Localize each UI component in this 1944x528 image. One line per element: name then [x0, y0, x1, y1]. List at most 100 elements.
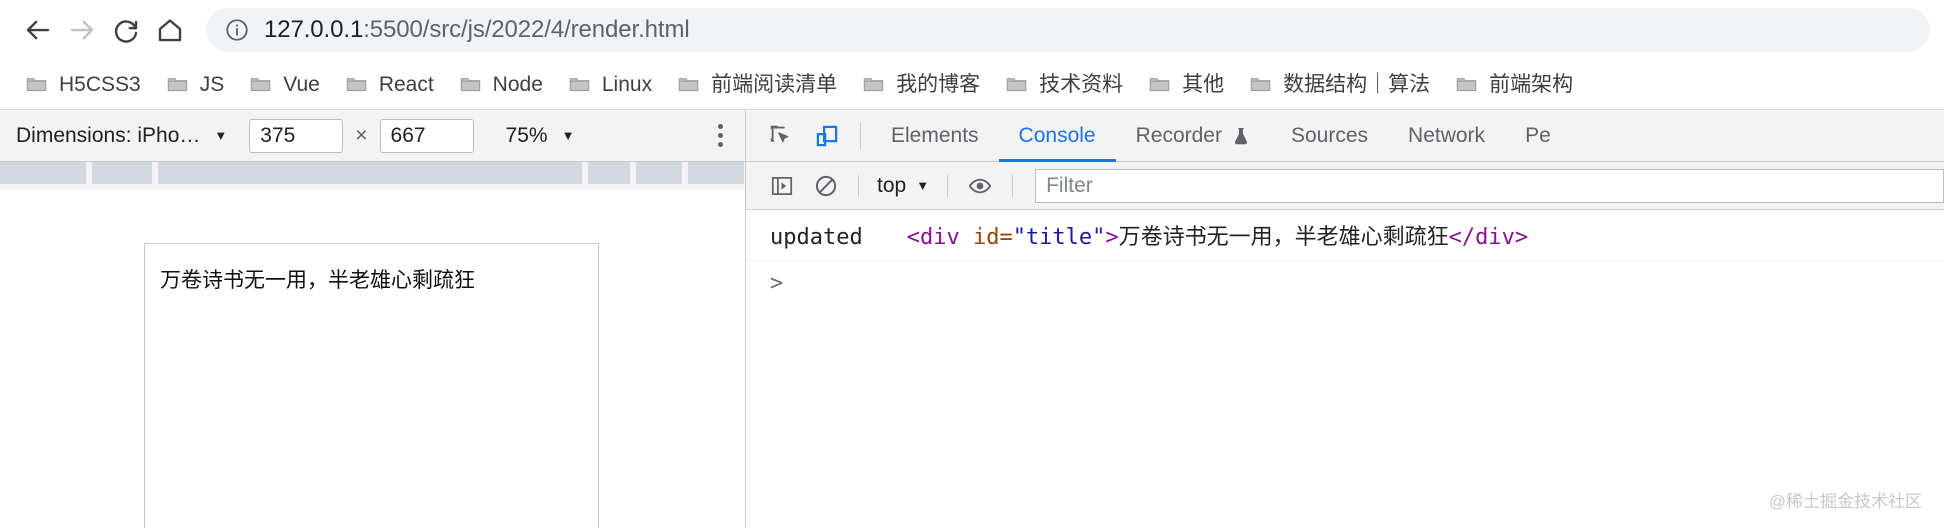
arrow-left-icon: [26, 20, 50, 40]
bookmark-item[interactable]: Node: [448, 66, 553, 103]
page-title-div: 万卷诗书无一用，半老雄心剩疏狂: [160, 269, 475, 292]
bookmark-label: React: [378, 73, 434, 96]
url-host: 127.0.0.1: [264, 16, 364, 43]
bookmark-item[interactable]: 数据结构｜算法: [1238, 66, 1440, 103]
folder-icon: [250, 78, 271, 92]
viewport-height-input[interactable]: 667: [379, 118, 474, 153]
home-icon: [158, 19, 182, 42]
folder-icon: [567, 72, 592, 97]
viewport-width-input[interactable]: 375: [249, 118, 344, 153]
toolbar-divider: [860, 122, 861, 149]
device-more-options-button[interactable]: [703, 119, 737, 153]
address-bar[interactable]: 127.0.0.1:5500/src/js/2022/4/render.html: [206, 8, 1930, 52]
bookmark-item[interactable]: Linux: [557, 66, 662, 103]
devtools-tabs: Elements Console Recorder Sources Network Pe: [871, 110, 1571, 162]
experiment-flask-icon: [1231, 126, 1251, 146]
tab-label: Network: [1408, 123, 1486, 147]
bookmark-item[interactable]: 我的博客: [851, 66, 990, 103]
tab-pe[interactable]: Pe: [1505, 110, 1571, 161]
ruler-segment: [688, 162, 744, 184]
tab-label: Recorder: [1135, 123, 1222, 147]
console-sidebar-button[interactable]: [760, 168, 804, 204]
chevron-down-icon: ▼: [561, 128, 575, 143]
console-sidebar-icon: [771, 176, 793, 195]
bookmark-item[interactable]: 其他: [1137, 66, 1234, 103]
folder-icon: [26, 78, 47, 92]
inspect-element-button[interactable]: [758, 110, 804, 161]
clear-console-button[interactable]: [804, 168, 848, 204]
kebab-dot: [717, 142, 723, 147]
device-ruler[interactable]: [0, 162, 745, 190]
viewport-width-value: 375: [260, 123, 296, 147]
bookmark-item[interactable]: JS: [155, 66, 235, 103]
live-expression-eye-icon: [968, 178, 992, 193]
console-prompt[interactable]: >: [746, 261, 1944, 296]
execution-context-dropdown[interactable]: top ▼: [869, 174, 937, 198]
toolbar-divider: [947, 174, 949, 197]
forward-button[interactable]: [60, 8, 104, 52]
console-log-message: updated: [770, 225, 863, 250]
folder-icon: [458, 72, 483, 97]
device-emulation-pane: Dimensions: iPho… ▼ 375 × 667 75% ▼ 万卷诗书…: [0, 110, 745, 528]
folder-icon: [863, 78, 884, 92]
ruler-segment: [636, 162, 682, 184]
bookmark-label: JS: [199, 73, 225, 96]
bookmark-item[interactable]: React: [334, 66, 444, 103]
bookmark-label: 技术资料: [1039, 73, 1124, 96]
bookmark-item[interactable]: 前端阅读清单: [666, 66, 847, 103]
kebab-dot: [717, 124, 723, 129]
tab-recorder[interactable]: Recorder: [1116, 110, 1271, 161]
bookmark-item[interactable]: 技术资料: [994, 66, 1133, 103]
html-attr-value: "title": [1012, 225, 1106, 250]
toggle-device-toolbar-button[interactable]: [804, 110, 850, 161]
chevron-down-icon: ▼: [916, 178, 930, 193]
device-preset-label: Dimensions: iPho…: [16, 123, 201, 147]
ruler-segment: [588, 162, 630, 184]
console-log-html: <div id="title">万卷诗书无一用，半老雄心剩疏狂</div>: [907, 219, 1528, 251]
devtools-tab-bar: Elements Console Recorder Sources Network Pe: [746, 110, 1944, 162]
reload-button[interactable]: [104, 8, 148, 52]
bookmark-label: 前端架构: [1489, 73, 1574, 96]
browser-window: 127.0.0.1:5500/src/js/2022/4/render.html…: [0, 0, 1944, 528]
home-button[interactable]: [148, 8, 192, 52]
zoom-label: 75%: [505, 123, 548, 147]
tab-elements[interactable]: Elements: [871, 110, 999, 161]
device-preset-dropdown[interactable]: Dimensions: iPho… ▼: [16, 124, 227, 148]
info-circle-icon[interactable]: [224, 17, 250, 43]
folder-icon: [346, 78, 367, 92]
folder-icon: [861, 72, 886, 97]
kebab-dot: [717, 133, 723, 138]
bookmark-label: 前端阅读清单: [711, 73, 838, 96]
prompt-caret-icon: >: [770, 271, 784, 296]
rendered-page-box: 万卷诗书无一用，半老雄心剩疏狂: [144, 243, 599, 528]
browser-toolbar: 127.0.0.1:5500/src/js/2022/4/render.html: [0, 0, 1944, 60]
dimension-separator: ×: [355, 123, 368, 147]
console-log-entry[interactable]: updated <div id="title">万卷诗书无一用，半老雄心剩疏狂<…: [746, 210, 1944, 261]
arrow-right-icon: [70, 20, 94, 40]
ruler-segment: [158, 162, 582, 184]
back-button[interactable]: [16, 8, 60, 52]
folder-icon: [1004, 72, 1029, 97]
emulated-viewport[interactable]: 万卷诗书无一用，半老雄心剩疏狂: [0, 190, 745, 528]
folder-icon: [1006, 78, 1027, 92]
bookmark-label: Linux: [601, 73, 653, 96]
bookmark-item[interactable]: H5CSS3: [14, 66, 151, 103]
zoom-dropdown[interactable]: 75% ▼: [506, 124, 575, 148]
live-expression-button[interactable]: [958, 168, 1002, 204]
tab-network[interactable]: Network: [1388, 110, 1505, 161]
folder-icon: [1147, 72, 1172, 97]
folder-icon: [24, 72, 49, 97]
watermark: @稀土掘金技术社区: [1768, 492, 1922, 511]
html-inner-text: 万卷诗书无一用，半老雄心剩疏狂: [1118, 224, 1449, 249]
tab-sources[interactable]: Sources: [1271, 110, 1388, 161]
execution-context-label: top: [877, 173, 907, 197]
tab-console[interactable]: Console: [998, 110, 1116, 162]
folder-icon: [569, 78, 590, 92]
console-filter-placeholder: Filter: [1046, 173, 1093, 197]
bookmark-item[interactable]: 前端架构: [1444, 66, 1583, 103]
bookmark-item[interactable]: Vue: [238, 66, 330, 103]
bookmark-label: 数据结构｜算法: [1283, 73, 1431, 96]
console-output[interactable]: updated <div id="title">万卷诗书无一用，半老雄心剩疏狂<…: [746, 210, 1944, 528]
console-filter-input[interactable]: Filter: [1035, 168, 1944, 203]
toolbar-divider: [858, 174, 859, 197]
